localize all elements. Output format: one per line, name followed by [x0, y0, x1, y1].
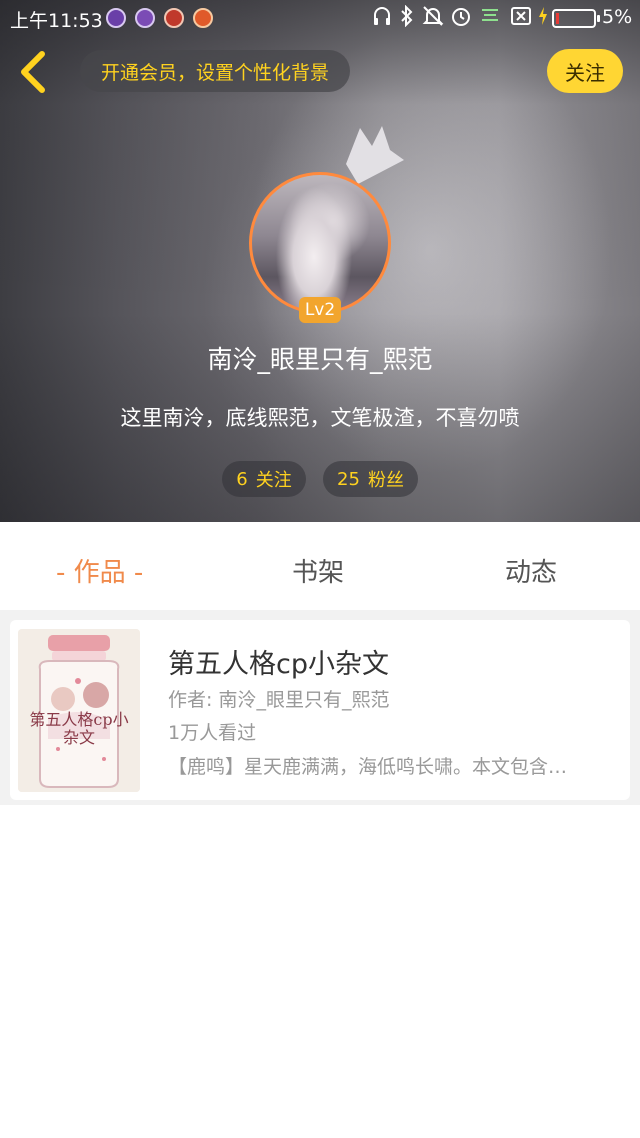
book-title[interactable]: 第五人格cp小杂文 — [168, 642, 389, 681]
charging-icon — [537, 5, 549, 32]
app-notification-icon — [193, 8, 213, 28]
alarm-icon — [450, 5, 472, 32]
no-sim-icon — [510, 5, 532, 32]
bluetooth-icon — [400, 4, 414, 32]
following-count: 6 — [236, 468, 248, 490]
fans-label: 粉丝 — [367, 470, 404, 491]
chevron-left-icon — [21, 51, 45, 93]
follow-button[interactable]: 关注 — [547, 49, 623, 93]
book-cover-title: 第五人格cp小杂文 — [29, 710, 129, 747]
book-cover-image[interactable]: 第五人格cp小杂文 — [18, 629, 140, 792]
signal-bars-icon — [479, 5, 501, 32]
status-bar: 上午11:53 5% — [0, 0, 640, 36]
following-label: 关注 — [255, 470, 292, 491]
level-label: Lv2 — [304, 300, 336, 320]
status-time: 上午11:53 — [10, 10, 103, 32]
follow-button-label: 关注 — [565, 60, 605, 85]
mute-bell-icon — [422, 5, 444, 32]
fans-count: 25 — [337, 468, 360, 490]
app-notification-icon — [164, 8, 184, 28]
book-description: 【鹿鸣】星天鹿满满，海低鸣长啸。本文包含… — [168, 756, 568, 778]
tab-activity[interactable]: 动态 — [505, 552, 557, 589]
app-notification-icon — [106, 8, 126, 28]
book-view-count: 1万人看过 — [168, 722, 257, 744]
following-count-button[interactable]: 6 关注 — [222, 461, 306, 497]
book-author: 作者: 南泠_眼里只有_熙范 — [168, 689, 390, 711]
user-bio: 这里南泠，底线熙范，文笔极渣，不喜勿喷 — [120, 406, 520, 430]
profile-header: 上午11:53 5% 开通会员，设置个性化背景 关注 Lv2 南泠_眼里只有_熙… — [0, 0, 640, 522]
book-card[interactable]: 第五人格cp小杂文 第五人格cp小杂文 作者: 南泠_眼里只有_熙范 1万人看过… — [10, 620, 630, 800]
back-button[interactable] — [14, 48, 54, 96]
app-notification-icon — [135, 8, 155, 28]
battery-level — [556, 13, 559, 24]
battery-percent: 5% — [602, 6, 633, 28]
vip-background-banner[interactable]: 开通会员，设置个性化背景 — [80, 50, 350, 92]
level-badge: Lv2 — [299, 297, 341, 323]
tab-bookshelf[interactable]: 书架 — [292, 552, 344, 589]
username: 南泠_眼里只有_熙范 — [207, 345, 433, 374]
avatar[interactable] — [249, 172, 391, 314]
headphones-icon — [372, 5, 392, 32]
profile-tabs: - 作品 - 书架 动态 — [0, 522, 640, 610]
vip-banner-label: 开通会员，设置个性化背景 — [100, 61, 329, 84]
tab-works[interactable]: - 作品 - — [56, 552, 143, 589]
fans-count-button[interactable]: 25 粉丝 — [323, 461, 418, 497]
battery-icon — [552, 9, 600, 28]
